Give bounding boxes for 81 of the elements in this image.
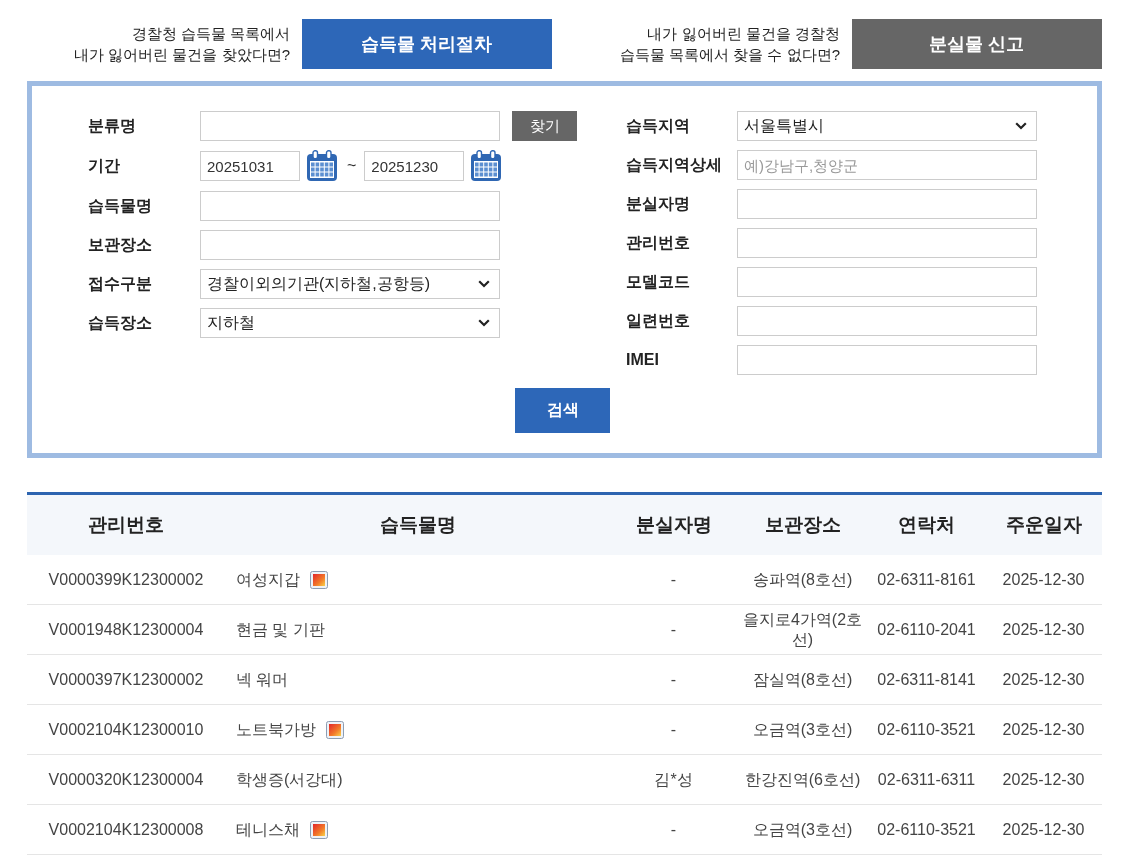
table-cell: V0000320K12300004 [27, 754, 225, 805]
link-button[interactable]: 분실물 신고 [852, 19, 1102, 69]
text-field[interactable] [200, 230, 500, 260]
field-label: 습득장소 [88, 312, 153, 333]
text-field[interactable] [737, 306, 1037, 336]
table-cell: 2025-12-30 [985, 555, 1102, 605]
item-name: 여성지갑 [236, 570, 300, 588]
text-field[interactable]: 예)강남구,청양군 [737, 150, 1037, 180]
table-cell: 02-6110-3521 [868, 704, 985, 755]
field-label: 기간 [88, 155, 121, 176]
range-separator: ~ [347, 157, 357, 175]
column-header: 주운일자 [985, 493, 1102, 555]
prompt-text: 경찰청 습득물 목록에서 내가 잃어버린 물건을 찾았다면? [74, 24, 290, 65]
table-cell: 2025-12-30 [985, 804, 1102, 855]
text-field[interactable] [200, 111, 500, 141]
table-cell: 오금역(3호선) [737, 804, 868, 855]
search-button[interactable]: 검색 [515, 388, 610, 433]
table-cell: 2025-12-30 [985, 604, 1102, 655]
date-field[interactable]: 20251230 [364, 151, 465, 181]
table-cell: V0000399K12300002 [27, 555, 225, 605]
table-cell: 한강진역(6호선) [737, 754, 868, 805]
item-name: 넥 워머 [236, 670, 289, 688]
table-cell: 2025-12-30 [985, 654, 1102, 705]
text-field[interactable] [737, 189, 1037, 219]
item-name: 노트북가방 [236, 720, 316, 738]
table-cell: 02-6311-8141 [868, 654, 985, 705]
field-label: 일련번호 [626, 310, 691, 331]
chevron-down-icon [478, 319, 490, 327]
table-cell: 02-6110-2041 [868, 604, 985, 655]
text-field[interactable] [737, 345, 1037, 375]
table-cell: 김*성 [610, 754, 737, 805]
table-cell: V0002104K12300008 [27, 804, 225, 855]
item-name: 현금 및 기판 [236, 620, 325, 638]
calendar-icon[interactable] [306, 150, 338, 182]
field-label: IMEI [626, 351, 660, 369]
item-name: 학생증(서강대) [236, 770, 343, 788]
text-field[interactable] [737, 267, 1037, 297]
table-cell: 잠실역(8호선) [737, 654, 868, 705]
column-header: 연락처 [868, 493, 985, 555]
field-label: 습득물명 [88, 195, 153, 216]
column-header: 분실자명 [610, 493, 737, 555]
table-cell: V0002104K12300010 [27, 704, 225, 755]
text-field[interactable] [200, 191, 500, 221]
table-cell: - [610, 604, 737, 655]
table-cell: 오금역(3호선) [737, 704, 868, 755]
table-cell: 2025-12-30 [985, 754, 1102, 805]
field-label: 습득지역 [626, 115, 691, 136]
chevron-down-icon [478, 280, 490, 288]
table-cell: 02-6311-8161 [868, 555, 985, 605]
table-cell: V0001948K12300004 [27, 604, 225, 655]
column-header: 습득물명 [225, 493, 610, 555]
field-label: 분류명 [88, 115, 137, 136]
dropdown[interactable]: 서울특별시 [737, 111, 1037, 141]
chevron-down-icon [1015, 122, 1027, 130]
table-cell: 02-6110-3521 [868, 804, 985, 855]
field-label: 접수구분 [88, 273, 153, 294]
prompt-text: 내가 잃어버린 물건을 경찰청 습득물 목록에서 찾을 수 없다면? [620, 24, 840, 65]
find-button[interactable]: 찾기 [512, 111, 577, 141]
dropdown[interactable]: 지하철 [200, 308, 500, 338]
table-cell: 을지로4가역(2호선) [737, 604, 868, 655]
field-label: 관리번호 [626, 232, 691, 253]
column-header: 관리번호 [27, 493, 225, 555]
link-button[interactable]: 습득물 처리절차 [302, 19, 552, 69]
item-name: 테니스채 [236, 820, 300, 838]
table-cell: 02-6311-6311 [868, 754, 985, 805]
field-label: 모델코드 [626, 271, 691, 292]
field-label: 보관장소 [88, 234, 153, 255]
date-field[interactable]: 20251031 [200, 151, 300, 181]
dropdown[interactable]: 경찰이외의기관(지하철,공항등) [200, 269, 500, 299]
calendar-icon[interactable] [470, 150, 503, 182]
table-cell: - [610, 704, 737, 755]
table-cell: V0000397K12300002 [27, 654, 225, 705]
table-cell: 2025-12-30 [985, 704, 1102, 755]
table-cell: - [610, 555, 737, 605]
field-label: 분실자명 [626, 193, 691, 214]
text-field[interactable] [737, 228, 1037, 258]
table-cell: - [610, 654, 737, 705]
table-cell: 송파역(8호선) [737, 555, 868, 605]
table-cell: - [610, 804, 737, 855]
field-label: 습득지역상세 [626, 154, 723, 175]
column-header: 보관장소 [737, 493, 868, 555]
